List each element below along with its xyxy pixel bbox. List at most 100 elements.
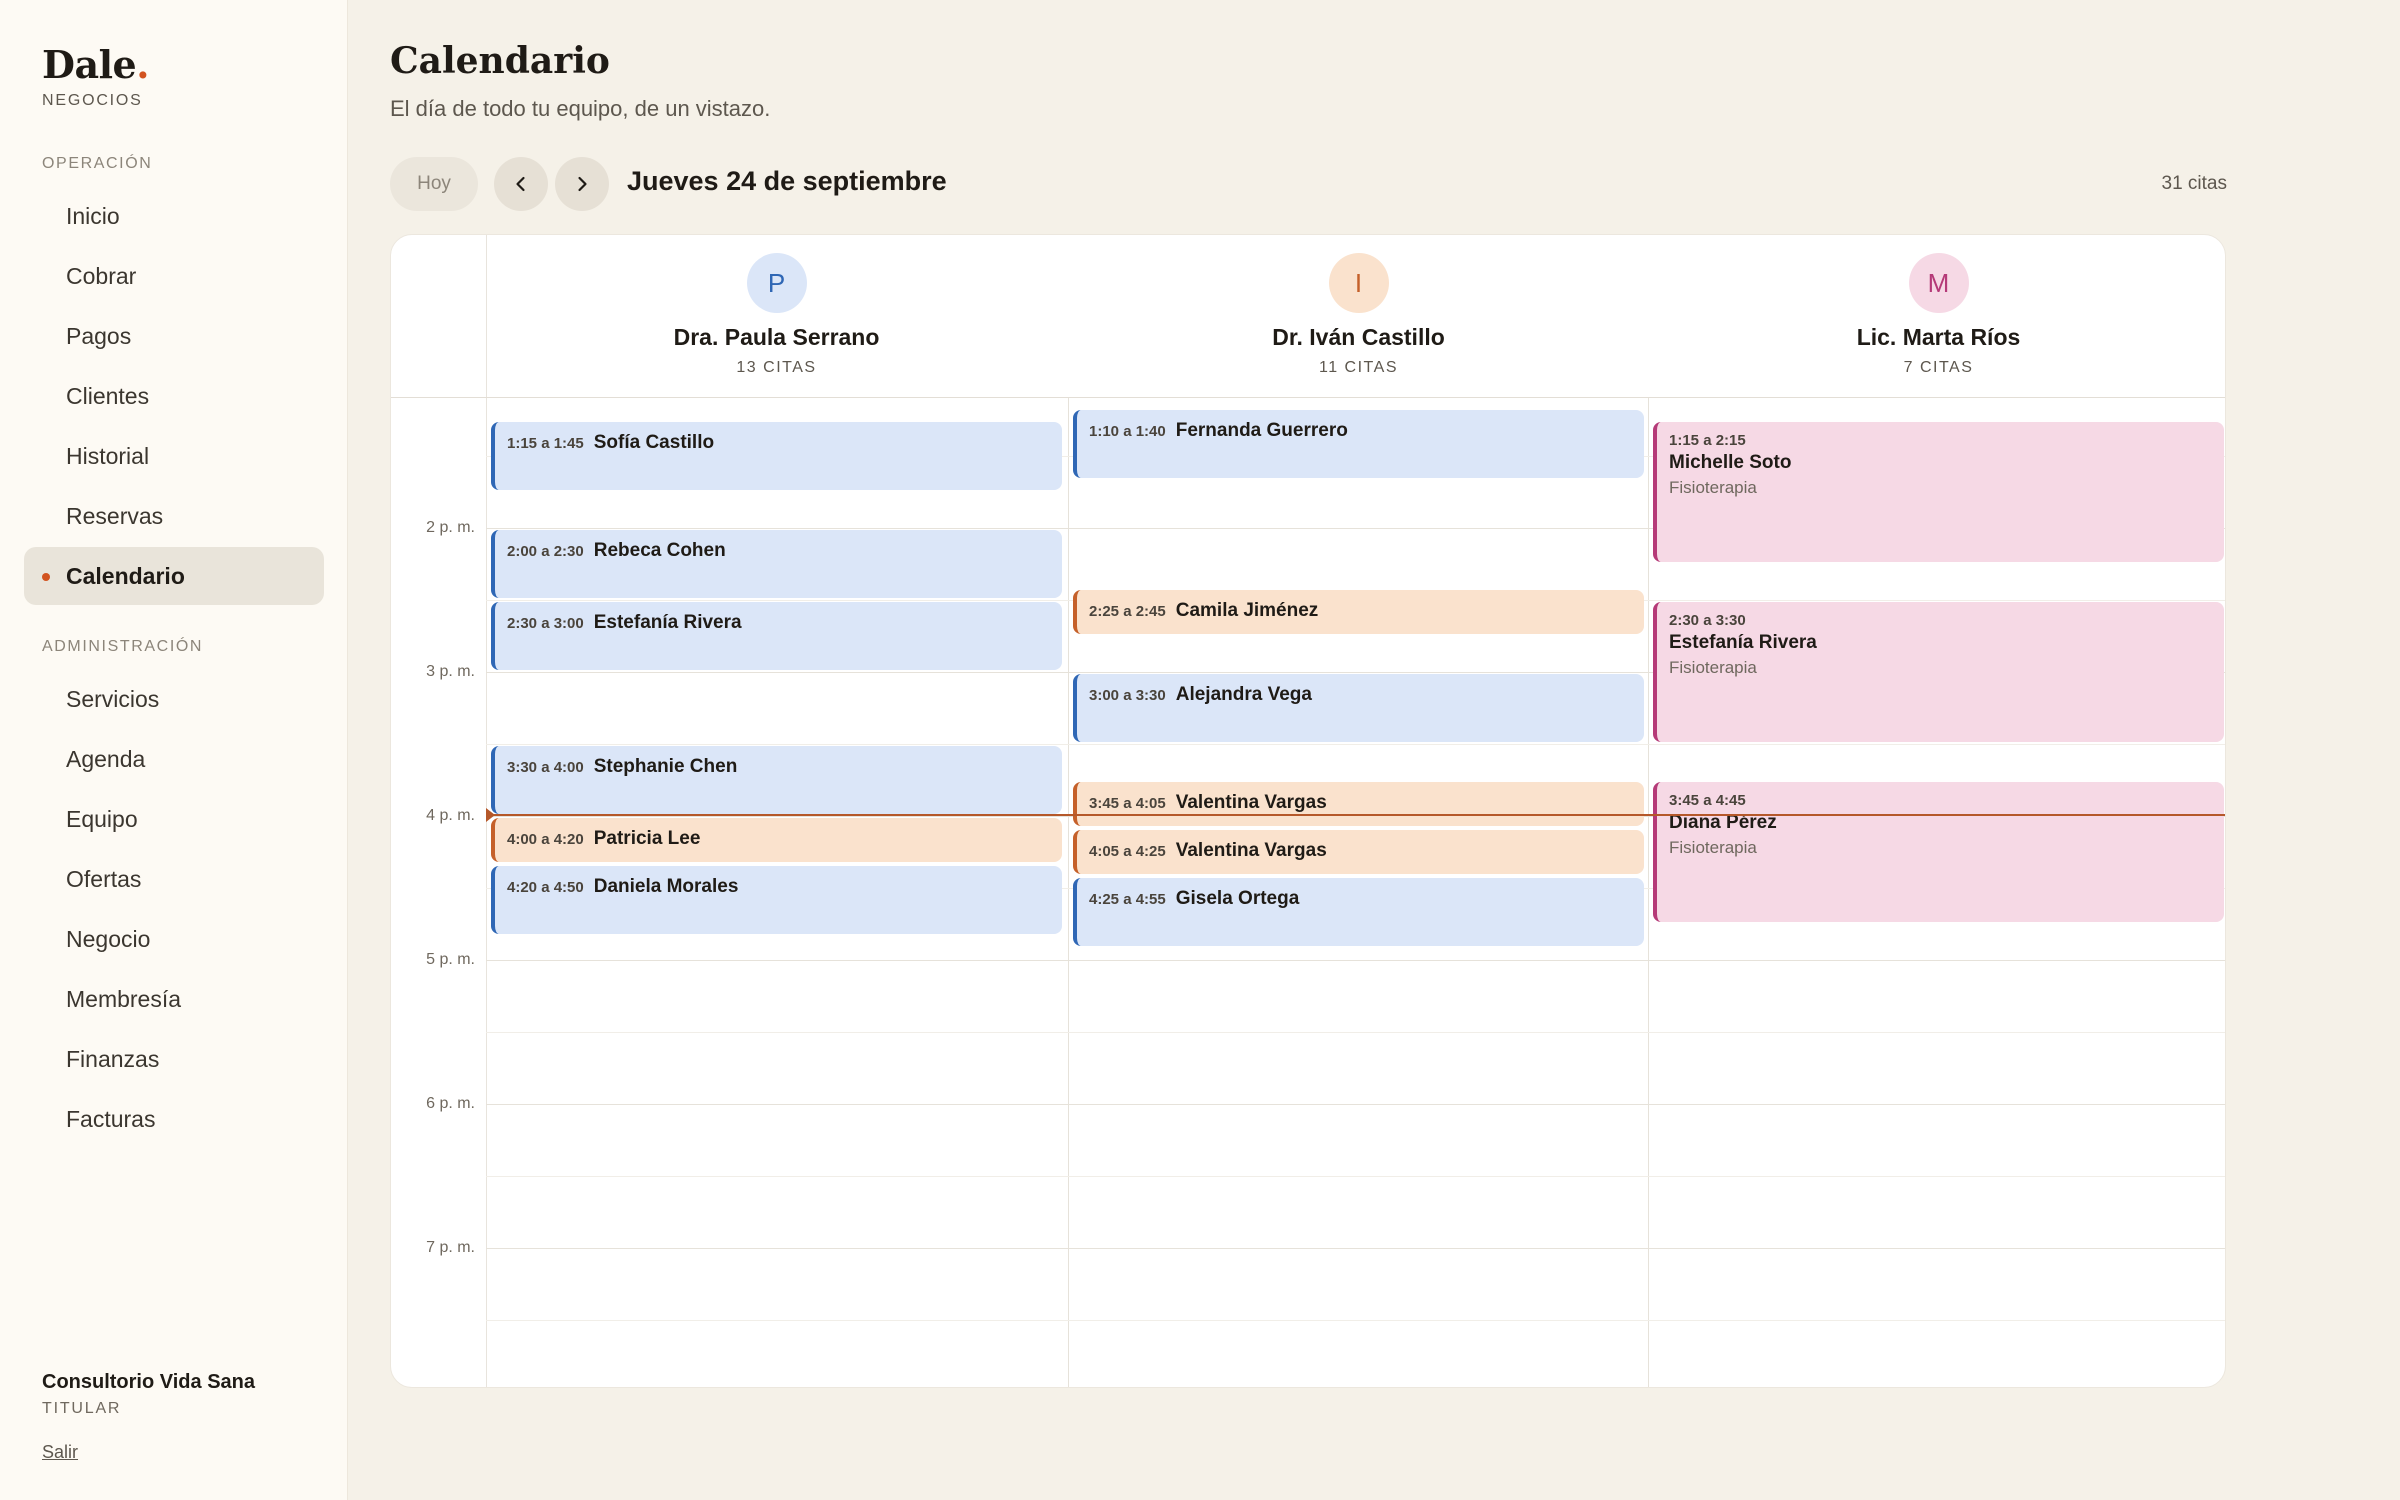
column-divider bbox=[1068, 398, 1069, 1387]
time-grid[interactable]: 2 p. m. 3 p. m. 4 p. m. 5 p. m. 6 p. m. 7 p. … bbox=[391, 398, 2225, 1387]
staff-column-header[interactable]: P Dra. Paula Serrano 13 CITAS bbox=[486, 235, 1067, 397]
appointment-block[interactable]: 4:20 a 4:50 Daniela Morales bbox=[491, 865, 1062, 934]
appointment-time: 4:25 a 4:55 bbox=[1089, 891, 1166, 909]
time-label: 4 p. m. bbox=[426, 807, 475, 824]
appointment-block[interactable]: 3:45 a 4:05 Valentina Vargas bbox=[1073, 782, 1644, 826]
sidebar-item-label: Clientes bbox=[66, 382, 150, 409]
appointment-client: Valentina Vargas bbox=[1175, 792, 1327, 813]
prev-day-button[interactable] bbox=[494, 157, 548, 211]
appointment-client: Estefanía Rivera bbox=[1669, 632, 1817, 653]
hour-line bbox=[486, 1248, 2225, 1249]
sidebar-item-label: Calendario bbox=[66, 562, 185, 589]
section-label-operation: OPERACIÓN bbox=[42, 155, 153, 172]
sidebar-item-membresia[interactable]: Membresía bbox=[24, 970, 324, 1028]
org-role: TITULAR bbox=[42, 1400, 122, 1417]
column-divider bbox=[1648, 398, 1649, 1387]
sidebar-item-label: Equipo bbox=[66, 805, 138, 832]
appointment-client: Daniela Morales bbox=[593, 875, 739, 897]
staff-appointment-count: 7 CITAS bbox=[1903, 359, 1974, 376]
brand-subtitle: NEGOCIOS bbox=[42, 92, 143, 109]
half-hour-line bbox=[486, 744, 2225, 745]
appointment-block[interactable]: 2:25 a 2:45 Camila Jiménez bbox=[1073, 590, 1644, 634]
page-subtitle: El día de todo tu equipo, de un vistazo. bbox=[390, 96, 771, 121]
appointment-time: 3:00 a 3:30 bbox=[1089, 687, 1166, 704]
chevron-left-icon bbox=[516, 176, 525, 192]
appointment-block[interactable]: 2:30 a 3:30 Estefanía Rivera Fisioterapia bbox=[1653, 602, 2224, 742]
staff-column-header[interactable]: I Dr. Iván Castillo 11 CITAS bbox=[1068, 235, 1649, 397]
appointment-service: Fisioterapia bbox=[1669, 478, 1757, 497]
current-date: Jueves 24 de septiembre bbox=[627, 166, 947, 196]
hour-line bbox=[486, 1104, 2225, 1105]
appointment-service: Fisioterapia bbox=[1669, 658, 1757, 677]
staff-name: Dr. Iván Castillo bbox=[1272, 324, 1445, 350]
avatar: M bbox=[1908, 253, 1969, 313]
appointment-block[interactable]: 2:30 a 3:00 Estefanía Rivera bbox=[491, 602, 1062, 670]
sidebar-item-label: Servicios bbox=[66, 685, 160, 712]
appointment-service: Fisioterapia bbox=[1669, 838, 1757, 857]
appointment-time: 3:30 a 4:00 bbox=[507, 759, 584, 776]
appointment-time: 4:05 a 4:25 bbox=[1089, 842, 1166, 860]
avatar: I bbox=[1328, 253, 1389, 313]
appointment-block[interactable]: 1:15 a 2:15 Michelle Soto Fisioterapia bbox=[1653, 422, 2224, 562]
staff-name: Lic. Marta Ríos bbox=[1856, 324, 2021, 350]
appointment-time: 3:45 a 4:45 bbox=[1669, 792, 1746, 809]
sidebar-item-label: Finanzas bbox=[66, 1045, 160, 1072]
today-button[interactable]: Hoy bbox=[390, 157, 478, 211]
sidebar-item-inicio[interactable]: Inicio bbox=[24, 187, 324, 245]
appointment-block[interactable]: 4:05 a 4:25 Valentina Vargas bbox=[1073, 829, 1644, 875]
sidebar-item-ofertas[interactable]: Ofertas bbox=[24, 850, 324, 908]
brand-logo[interactable]: Dale. bbox=[42, 42, 149, 87]
sidebar-item-equipo[interactable]: Equipo bbox=[24, 790, 324, 848]
half-hour-line bbox=[486, 1032, 2225, 1033]
current-time-marker bbox=[486, 807, 495, 822]
half-hour-line bbox=[486, 1320, 2225, 1321]
sidebar-item-label: Pagos bbox=[66, 322, 132, 349]
sidebar-item-finanzas[interactable]: Finanzas bbox=[24, 1030, 324, 1088]
appointment-client: Camila Jiménez bbox=[1175, 600, 1319, 622]
staff-appointment-count: 11 CITAS bbox=[1319, 359, 1398, 376]
sidebar-item-reservas[interactable]: Reservas bbox=[24, 487, 324, 545]
sidebar-item-label: Membresía bbox=[66, 985, 182, 1012]
next-day-button[interactable] bbox=[555, 157, 609, 211]
sidebar-item-pagos[interactable]: Pagos bbox=[24, 307, 324, 365]
sidebar-item-cobrar[interactable]: Cobrar bbox=[24, 247, 324, 305]
appointment-client: Michelle Soto bbox=[1669, 452, 1792, 473]
sidebar-item-facturas[interactable]: Facturas bbox=[24, 1090, 324, 1148]
sidebar-item-servicios[interactable]: Servicios bbox=[24, 670, 324, 728]
appointment-time: 2:00 a 2:30 bbox=[507, 543, 584, 560]
appointment-block[interactable]: 2:00 a 2:30 Rebeca Cohen bbox=[491, 530, 1062, 598]
appointment-client: Sofía Castillo bbox=[593, 432, 715, 453]
sidebar-item-negocio[interactable]: Negocio bbox=[24, 910, 324, 968]
appointment-client: Rebeca Cohen bbox=[593, 540, 726, 561]
appointment-block[interactable]: 3:45 a 4:45 Diana Pérez Fisioterapia bbox=[1653, 782, 2224, 922]
sidebar-item-clientes[interactable]: Clientes bbox=[24, 367, 324, 425]
sidebar-item-agenda[interactable]: Agenda bbox=[24, 730, 324, 788]
sidebar-item-label: Ofertas bbox=[66, 865, 142, 892]
appointment-time: 4:20 a 4:50 bbox=[507, 878, 584, 896]
appointment-block[interactable]: 1:15 a 1:45 Sofía Castillo bbox=[491, 422, 1062, 490]
sidebar-item-label: Cobrar bbox=[66, 262, 137, 289]
sidebar: Dale. NEGOCIOS OPERACIÓN Inicio Cobrar Pag… bbox=[0, 0, 348, 1500]
sidebar-item-calendario[interactable]: Calendario bbox=[24, 547, 324, 605]
staff-appointment-count: 13 CITAS bbox=[736, 359, 817, 376]
page-title: Calendario bbox=[390, 40, 610, 82]
appointment-block[interactable]: 4:00 a 4:20 Patricia Lee bbox=[491, 818, 1062, 862]
appointment-time: 1:15 a 1:45 bbox=[507, 435, 584, 452]
staff-name: Dra. Paula Serrano bbox=[673, 324, 880, 350]
staff-column-header[interactable]: M Lic. Marta Ríos 7 CITAS bbox=[1648, 235, 2225, 397]
appointment-block[interactable]: 1:10 a 1:40 Fernanda Guerrero bbox=[1073, 410, 1644, 479]
active-indicator bbox=[42, 573, 50, 581]
org-name: Consultorio Vida Sana bbox=[42, 1371, 255, 1393]
appointment-time: 1:10 a 1:40 bbox=[1089, 423, 1166, 441]
section-label-admin: ADMINISTRACIÓN bbox=[42, 638, 204, 655]
appointment-block[interactable]: 3:30 a 4:00 Stephanie Chen bbox=[491, 746, 1062, 814]
appointment-block[interactable]: 4:25 a 4:55 Gisela Ortega bbox=[1073, 878, 1644, 947]
time-label: 6 p. m. bbox=[426, 1095, 475, 1112]
sidebar-item-historial[interactable]: Historial bbox=[24, 427, 324, 485]
sidebar-item-label: Agenda bbox=[66, 745, 146, 772]
sidebar-item-label: Inicio bbox=[66, 202, 120, 229]
logout-link[interactable]: Salir bbox=[42, 1442, 78, 1463]
avatar: P bbox=[746, 253, 807, 313]
appointment-client: Estefanía Rivera bbox=[593, 612, 742, 633]
appointment-block[interactable]: 3:00 a 3:30 Alejandra Vega bbox=[1073, 674, 1644, 742]
